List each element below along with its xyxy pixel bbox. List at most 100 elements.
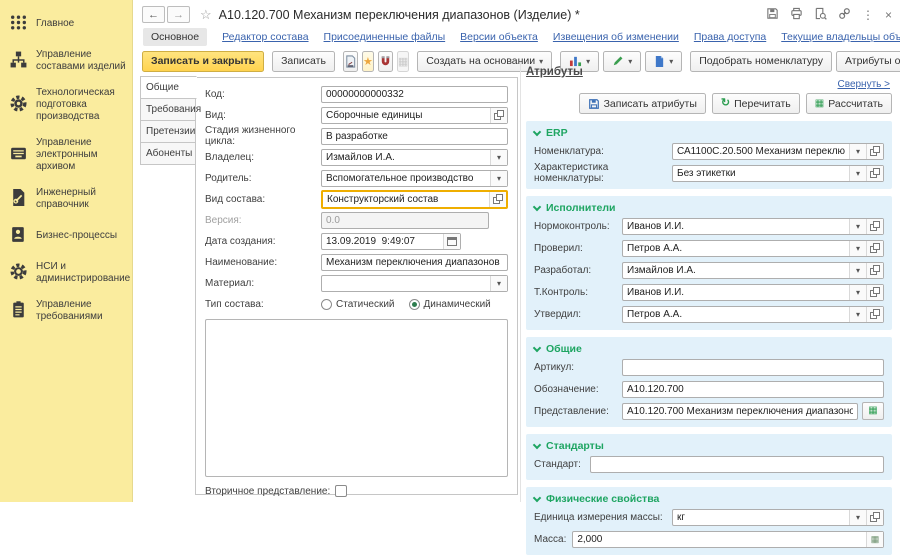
open-ref-icon[interactable] [866, 307, 883, 322]
dropdown-icon[interactable]: ▾ [490, 276, 507, 291]
presentation-input[interactable] [622, 403, 858, 420]
created-input[interactable] [322, 234, 443, 249]
sidebar-item-nsi-administration[interactable]: НСИ и администрирование [0, 254, 132, 292]
mass-unit-input[interactable] [673, 510, 849, 525]
favorites-button[interactable]: ★ [362, 51, 374, 72]
save-attributes-button[interactable]: Записать атрибуты [579, 93, 706, 114]
print-icon[interactable] [790, 7, 803, 23]
sidebar-item-tech-preparation[interactable]: Технологическая подготовка производства [0, 80, 132, 130]
collapse-link[interactable]: Свернуть > [526, 79, 890, 90]
side-tab-claims[interactable]: Претензии [140, 120, 196, 143]
side-tab-general[interactable]: Общие [140, 76, 197, 99]
open-ref-icon[interactable] [866, 241, 883, 256]
dropdown-icon[interactable]: ▾ [849, 263, 866, 278]
tab-object-versions[interactable]: Версии объекта [460, 31, 538, 43]
radio-dynamic[interactable] [409, 299, 420, 310]
standard-input[interactable] [590, 456, 884, 473]
open-ref-icon[interactable] [490, 108, 507, 123]
sidebar-item-label: Управление требованиями [36, 299, 128, 323]
side-tab-subscribers[interactable]: Абоненты [140, 142, 196, 165]
kind-input[interactable] [322, 108, 490, 123]
back-button[interactable]: ← [142, 6, 165, 23]
chevron-down-icon [533, 127, 541, 135]
sidebar-item-main[interactable]: Главное [0, 6, 132, 42]
sidebar-item-engineering-reference[interactable]: Инженерный справочник [0, 180, 132, 218]
preview-search-icon[interactable] [814, 7, 827, 23]
navigation-tabs: Основное Редактор состава Присоединенные… [134, 26, 900, 48]
tab-access-rights[interactable]: Права доступа [694, 31, 766, 43]
calculate-button[interactable]: ▦ Рассчитать [806, 93, 892, 114]
magnet-pick-button[interactable] [378, 51, 393, 72]
section-physical-header[interactable]: Физические свойства [534, 491, 884, 508]
article-input[interactable] [622, 359, 884, 376]
name-input[interactable] [321, 254, 508, 271]
norm-control-input[interactable] [623, 219, 849, 234]
parent-input[interactable] [322, 171, 490, 186]
sidebar-item-product-structures[interactable]: Управление составами изделий [0, 42, 132, 80]
owner-input[interactable] [322, 150, 490, 165]
sidebar-item-requirements[interactable]: Управление требованиями [0, 292, 132, 330]
dropdown-icon[interactable]: ▾ [849, 510, 866, 525]
open-ref-icon[interactable] [866, 144, 883, 159]
section-standards-header[interactable]: Стандарты [534, 438, 884, 455]
open-ref-icon[interactable] [866, 166, 883, 181]
dropdown-icon[interactable]: ▾ [849, 307, 866, 322]
calc-icon[interactable]: ▦ [866, 532, 883, 547]
open-ref-icon[interactable] [866, 219, 883, 234]
tab-change-notices[interactable]: Извещения об изменении [553, 31, 679, 43]
nomenclature-input[interactable] [673, 144, 849, 159]
save-icon[interactable] [766, 7, 779, 23]
open-ref-icon[interactable] [866, 263, 883, 278]
radio-static[interactable] [321, 299, 332, 310]
table-button[interactable]: ▦ [397, 51, 409, 72]
side-tab-requirements[interactable]: Требования [140, 98, 196, 121]
document-report-button[interactable] [343, 51, 358, 72]
secondary-view-checkbox[interactable] [335, 485, 347, 497]
approved-by-input[interactable] [623, 307, 849, 322]
code-input[interactable] [321, 86, 508, 103]
dropdown-icon[interactable]: ▾ [849, 219, 866, 234]
close-icon[interactable]: × [885, 9, 892, 21]
forward-button[interactable]: → [167, 6, 190, 23]
dropdown-icon[interactable]: ▾ [849, 241, 866, 256]
dropdown-icon[interactable]: ▾ [849, 144, 866, 159]
calendar-icon[interactable] [443, 234, 460, 249]
developed-by-input[interactable] [623, 263, 849, 278]
dropdown-icon[interactable]: ▾ [490, 150, 507, 165]
mass-input[interactable] [573, 532, 866, 547]
panel-splitter[interactable] [520, 62, 521, 502]
open-ref-icon[interactable] [489, 192, 506, 207]
dropdown-icon[interactable]: ▾ [849, 166, 866, 181]
chevron-down-icon [533, 343, 541, 351]
nomenclature-characteristic-input[interactable] [673, 166, 849, 181]
tech-control-input[interactable] [623, 285, 849, 300]
dropdown-icon[interactable]: ▾ [490, 171, 507, 186]
section-common-header[interactable]: Общие [534, 341, 884, 358]
bom-kind-input[interactable] [323, 192, 489, 207]
open-ref-icon[interactable] [866, 510, 883, 525]
section-common-title: Общие [546, 343, 582, 355]
sidebar-item-business-processes[interactable]: Бизнес-процессы [0, 218, 132, 254]
description-textarea[interactable] [205, 319, 508, 477]
recalculate-presentation-button[interactable]: ▦ [862, 402, 884, 420]
link-icon[interactable] [838, 7, 851, 23]
save-and-close-button[interactable]: Записать и закрыть [142, 51, 264, 72]
tab-attached-files[interactable]: Присоединенные файлы [324, 31, 446, 43]
tab-bom-editor[interactable]: Редактор состава [222, 31, 308, 43]
lifecycle-input[interactable] [321, 128, 508, 145]
tab-main[interactable]: Основное [143, 28, 207, 46]
tab-current-owners[interactable]: Текущие владельцы объекта [781, 31, 900, 43]
more-menu-icon[interactable]: ⋮ [862, 9, 874, 21]
sidebar-item-electronic-archive[interactable]: Управление электронным архивом [0, 130, 132, 180]
open-ref-icon[interactable] [866, 285, 883, 300]
dropdown-icon[interactable]: ▾ [849, 285, 866, 300]
save-button[interactable]: Записать [272, 51, 335, 72]
material-input[interactable] [322, 276, 490, 291]
reread-button[interactable]: ↻ Перечитать [712, 93, 800, 114]
checked-by-input[interactable] [623, 241, 849, 256]
section-erp-header[interactable]: ERP [534, 125, 884, 142]
mass-unit-label: Единица измерения массы: [534, 512, 672, 523]
favorite-star-icon[interactable]: ☆ [200, 7, 212, 23]
section-executors-header[interactable]: Исполнители [534, 200, 884, 217]
designation-input[interactable] [622, 381, 884, 398]
